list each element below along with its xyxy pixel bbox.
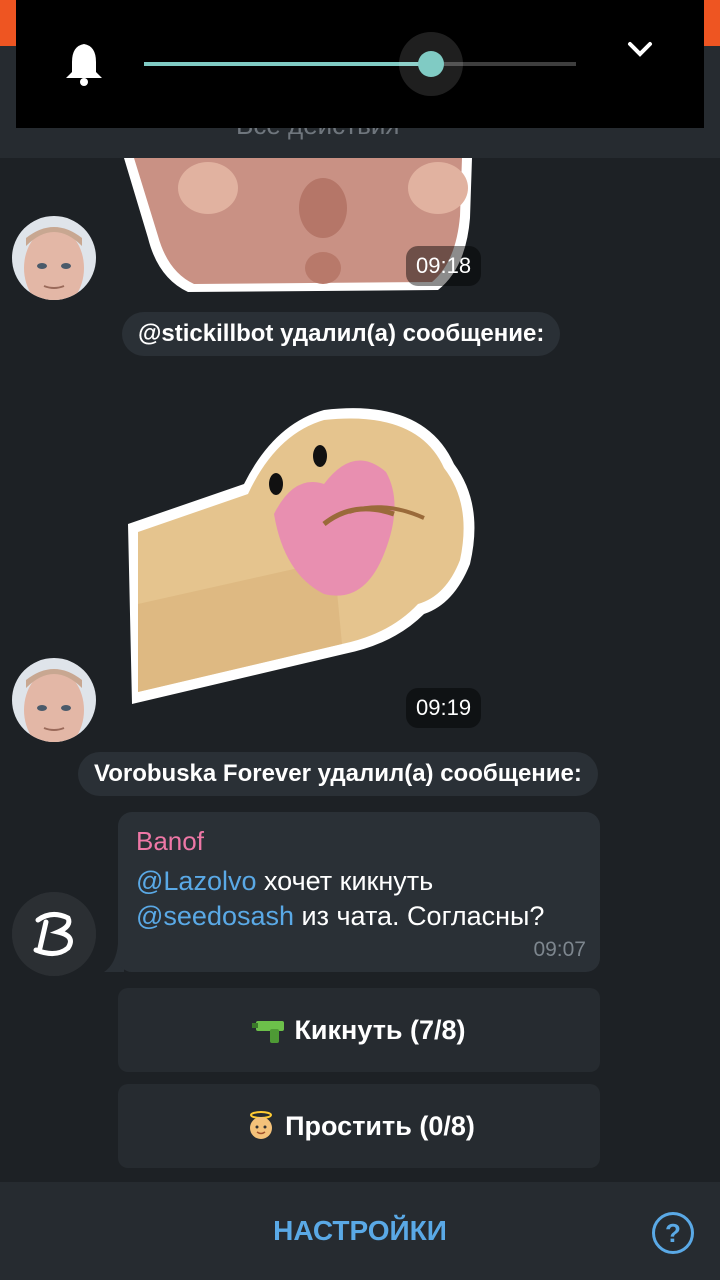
message-bubble[interactable]: Banof @Lazolvo хочет кикнуть @seedosash …	[118, 812, 600, 972]
sticker-image[interactable]	[124, 404, 480, 708]
angel-baby-icon	[250, 1111, 273, 1139]
settings-button[interactable]: НАСТРОЙКИ	[0, 1182, 720, 1280]
message-author[interactable]: Banof	[136, 826, 204, 857]
forgive-button[interactable]: Простить (0/8)	[118, 1084, 600, 1168]
message-text: @Lazolvo хочет кикнуть @seedosash из чат…	[136, 864, 596, 934]
service-message: Vorobuska Forever удалил(а) сообщение:	[78, 752, 598, 796]
message-time: 09:18	[406, 246, 482, 286]
bottom-bar: НАСТРОЙКИ ?	[0, 1182, 720, 1280]
help-button[interactable]: ?	[652, 1212, 694, 1254]
water-gun-icon	[252, 1021, 285, 1043]
chat-screen: Все действия 09:18 @stickillbot удалил(а…	[0, 0, 720, 1280]
message-text-part: хочет кикнуть	[256, 866, 434, 896]
mention-link[interactable]: @Lazolvo	[136, 866, 256, 896]
forgive-button-label: Простить (0/8)	[285, 1110, 475, 1141]
volume-slider[interactable]	[144, 32, 576, 96]
avatar[interactable]	[12, 658, 96, 742]
chevron-down-icon[interactable]	[624, 36, 656, 64]
kick-button-label: Кикнуть (7/8)	[294, 1014, 466, 1045]
bot-avatar[interactable]	[12, 892, 96, 976]
avatar[interactable]	[12, 216, 96, 300]
message-time: 09:19	[406, 688, 482, 728]
service-message: @stickillbot удалил(а) сообщение:	[122, 312, 561, 356]
status-strip	[702, 0, 720, 46]
message-time: 09:07	[533, 938, 586, 961]
mention-link[interactable]: @seedosash	[136, 901, 294, 931]
volume-panel	[16, 0, 704, 128]
volume-slider-fill	[144, 62, 432, 66]
bell-icon[interactable]	[62, 40, 106, 88]
message-text-part: из чата. Согласны?	[294, 901, 545, 931]
kick-button[interactable]: Кикнуть (7/8)	[118, 988, 600, 1072]
